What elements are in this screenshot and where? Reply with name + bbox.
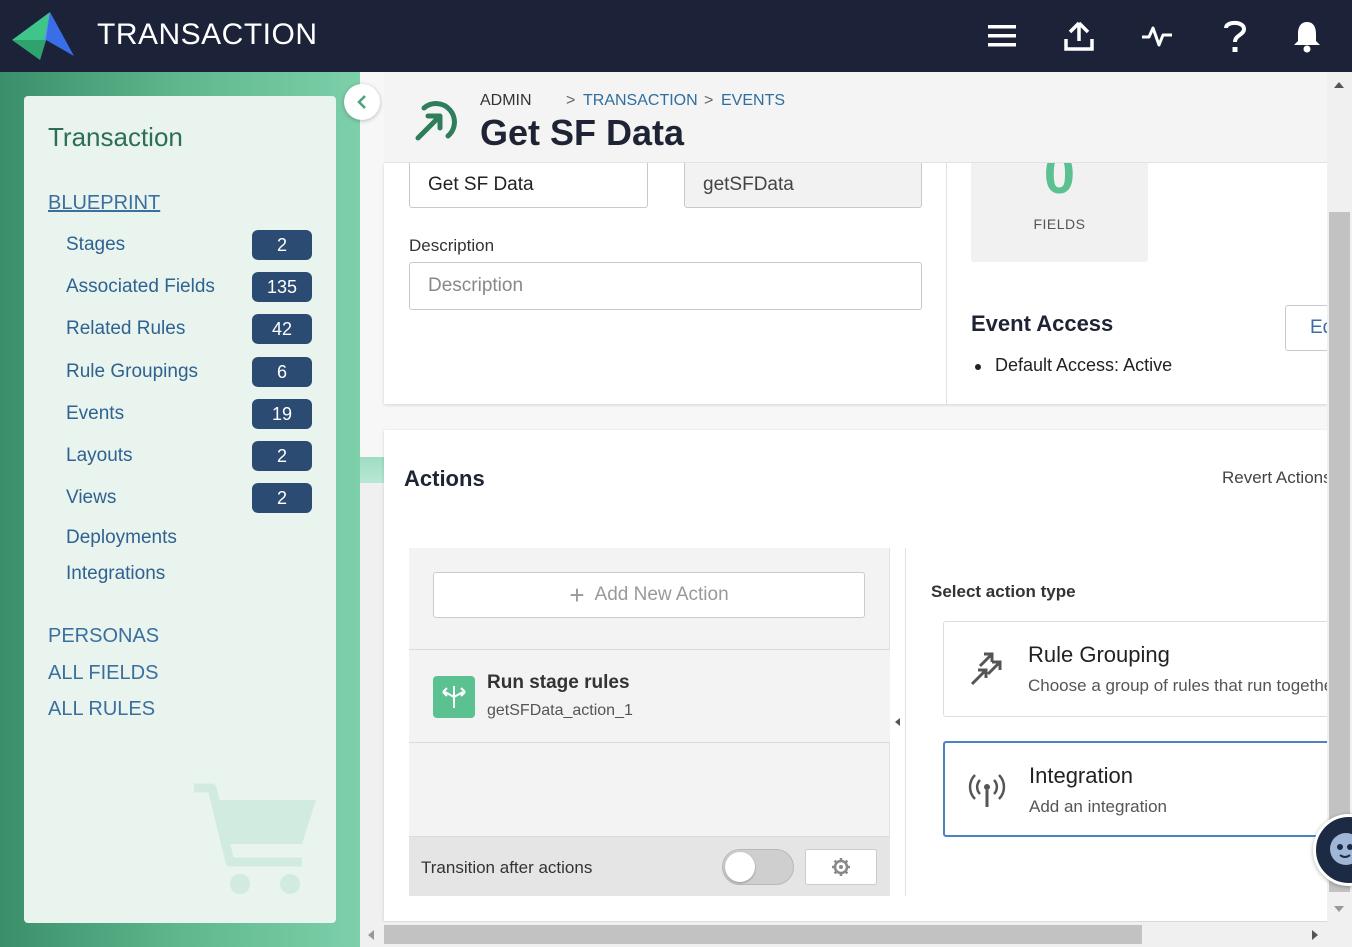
page-header: ADMIN > TRANSACTION > EVENTS Get SF Data (384, 72, 1328, 163)
action-id: getSFData_action_1 (487, 702, 633, 719)
count-badge: 135 (252, 272, 312, 302)
count-badge: 42 (252, 314, 312, 344)
access-item: Default Access: Active (995, 355, 1173, 375)
sidebar-section-personas[interactable]: PERSONAS (48, 625, 159, 648)
chevron-left-icon (357, 95, 366, 109)
event-access-title: Event Access (971, 311, 1114, 336)
sidebar-item-views[interactable]: Views (66, 487, 116, 509)
horizontal-scroll-thumb[interactable] (384, 925, 1142, 944)
sidebar: Transaction BLUEPRINT Stages 2 Associate… (24, 96, 336, 923)
column-divider (946, 163, 947, 404)
event-icon (415, 101, 457, 141)
scrollbar-corner (1327, 922, 1352, 947)
page-title: Get SF Data (480, 112, 685, 153)
chat-bot-icon (1330, 833, 1352, 865)
bullet (975, 364, 981, 370)
chat-widget-button[interactable] (1313, 814, 1352, 886)
actions-card: Actions Revert Actions + Add New Action … (384, 430, 1343, 921)
divider (409, 742, 890, 743)
action-item[interactable]: Run stage rules getSFData_action_1 (409, 650, 890, 742)
action-list: + Add New Action Run stage rules getSFDa… (409, 548, 890, 896)
upload-icon[interactable] (1059, 16, 1099, 56)
transition-label: Transition after actions (421, 858, 593, 877)
scroll-left-arrow[interactable] (368, 930, 374, 940)
horizontal-scrollbar[interactable] (360, 922, 1327, 947)
activity-icon[interactable] (1137, 16, 1177, 56)
action-type-description: Choose a group of rules that run togethe… (1028, 676, 1339, 695)
sidebar-item-events[interactable]: Events (66, 403, 124, 425)
action-type-integration[interactable]: Integration Add an integration (943, 741, 1343, 837)
scroll-down-arrow[interactable] (1334, 906, 1344, 912)
transition-bar: Transition after actions (409, 836, 890, 896)
event-details-card: Get SF Data getSFData Description Descri… (384, 142, 1345, 404)
scroll-right-arrow[interactable] (1312, 930, 1318, 940)
count-badge: 19 (252, 399, 312, 429)
bell-icon[interactable] (1287, 16, 1327, 56)
action-type-rule-grouping[interactable]: Rule Grouping Choose a group of rules th… (943, 621, 1343, 717)
fields-label: FIELDS (1033, 216, 1086, 232)
sidebar-section-blueprint[interactable]: BLUEPRINT (48, 192, 160, 215)
select-action-type-label: Select action type (931, 582, 1076, 601)
add-new-action-button[interactable]: + Add New Action (433, 572, 865, 618)
sidebar-item-deployments[interactable]: Deployments (66, 527, 177, 549)
main-content: Get SF Data getSFData Description Descri… (360, 72, 1352, 947)
sidebar-item-associated-fields[interactable]: Associated Fields (66, 276, 215, 298)
scroll-up-arrow[interactable] (1334, 82, 1344, 88)
breadcrumb-transaction[interactable]: TRANSACTION (583, 92, 698, 110)
breadcrumb-separator: > (704, 92, 714, 109)
transition-settings-button[interactable] (805, 849, 877, 885)
add-new-action-label: Add New Action (594, 584, 729, 605)
sidebar-section-all-fields[interactable]: ALL FIELDS (48, 662, 158, 685)
count-badge: 2 (252, 230, 312, 260)
help-icon[interactable] (1215, 16, 1255, 56)
actions-title: Actions (404, 466, 485, 491)
app-title: TRANSACTION (97, 18, 318, 51)
sidebar-title: Transaction (48, 122, 183, 152)
breadcrumb-events[interactable]: EVENTS (721, 92, 785, 110)
count-badge: 2 (252, 441, 312, 471)
sidebar-section-all-rules[interactable]: ALL RULES (48, 698, 155, 721)
cart-icon (194, 783, 316, 894)
action-type-name: Integration (1029, 763, 1133, 788)
description-input[interactable]: Description (409, 262, 922, 310)
count-badge: 6 (252, 357, 312, 387)
revert-actions-button[interactable]: Revert Actions (1222, 468, 1332, 488)
gear-icon (832, 858, 850, 876)
breadcrumb-admin[interactable]: ADMIN (480, 92, 532, 110)
top-bar: TRANSACTION (0, 0, 1352, 72)
sidebar-item-integrations[interactable]: Integrations (66, 563, 165, 585)
vertical-scroll-thumb[interactable] (1329, 212, 1350, 892)
action-type-name: Rule Grouping (1028, 642, 1170, 667)
sidebar-collapse-button[interactable] (344, 84, 380, 120)
collapse-pane-button[interactable] (890, 548, 906, 896)
sidebar-item-layouts[interactable]: Layouts (66, 445, 133, 467)
vertical-scrollbar[interactable] (1327, 72, 1352, 922)
split-arrows-icon (433, 676, 475, 718)
sidebar-item-related-rules[interactable]: Related Rules (66, 318, 185, 340)
sidebar-item-rule-groupings[interactable]: Rule Groupings (66, 361, 198, 383)
transition-toggle[interactable] (722, 849, 794, 885)
breadcrumb-separator: > (566, 92, 576, 109)
menu-icon[interactable] (982, 16, 1022, 56)
rule-grouping-icon (970, 652, 1002, 686)
integration-icon (968, 774, 1006, 807)
toggle-knob (725, 852, 755, 882)
app-logo-icon (12, 12, 74, 60)
chevron-left-icon (895, 718, 900, 726)
description-label: Description (409, 236, 495, 255)
fields-stat: 0 FIELDS (971, 142, 1148, 262)
plus-icon: + (569, 579, 585, 610)
action-name: Run stage rules (487, 672, 630, 693)
count-badge: 2 (252, 483, 312, 513)
action-type-description: Add an integration (1029, 797, 1167, 816)
sidebar-item-stages[interactable]: Stages (66, 234, 125, 256)
